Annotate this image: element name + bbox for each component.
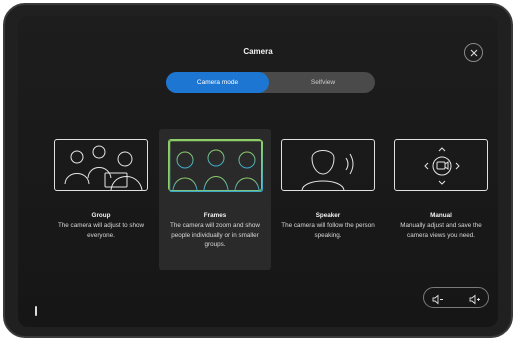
option-group-description: The camera will adjust to show everyone. <box>57 222 145 239</box>
option-speaker-name: Speaker <box>315 212 341 219</box>
group-people-icon <box>64 145 143 191</box>
option-frames-name: Frames <box>203 212 227 219</box>
speaker-thumbnail <box>281 139 375 191</box>
option-frames-description: The camera will zoom and show people ind… <box>170 222 260 248</box>
volume-control <box>423 287 489 308</box>
mode-tabs: Camera mode Selfview <box>166 72 375 93</box>
tab-camera-mode[interactable]: Camera mode <box>166 72 269 93</box>
option-manual-description: Manually adjust and save the camera view… <box>400 222 482 239</box>
frames-people-icon <box>169 140 263 192</box>
volume-up-icon <box>469 294 480 305</box>
camera-pan-icon <box>424 147 460 185</box>
page-title: Camera <box>243 47 273 56</box>
option-speaker-description: The camera will follow the person speaki… <box>281 222 375 239</box>
volume-down-icon <box>432 294 443 305</box>
speaker-person-icon <box>301 150 354 191</box>
option-manual-name: Manual <box>430 212 452 219</box>
close-icon <box>470 49 477 56</box>
option-frames[interactable]: Frames The camera will zoom and show peo… <box>159 129 271 270</box>
manual-thumbnail <box>394 139 488 191</box>
tab-selfview[interactable]: Selfview <box>271 72 375 93</box>
volume-down-button[interactable] <box>432 292 444 310</box>
frames-thumbnail <box>168 139 263 192</box>
option-group[interactable]: Group The camera will adjust to show eve… <box>45 129 157 270</box>
option-manual[interactable]: Manual Manually adjust and save the came… <box>385 129 497 270</box>
camera-screen: Camera Camera mode Selfview Group The ca… <box>18 16 498 327</box>
home-indicator[interactable] <box>35 306 37 316</box>
option-speaker[interactable]: Speaker The camera will follow the perso… <box>272 129 384 270</box>
device-bezel: Camera Camera mode Selfview Group The ca… <box>3 3 513 338</box>
volume-up-button[interactable] <box>469 292 481 310</box>
option-group-name: Group <box>91 212 111 219</box>
close-button[interactable] <box>464 43 483 62</box>
group-thumbnail <box>54 139 148 191</box>
